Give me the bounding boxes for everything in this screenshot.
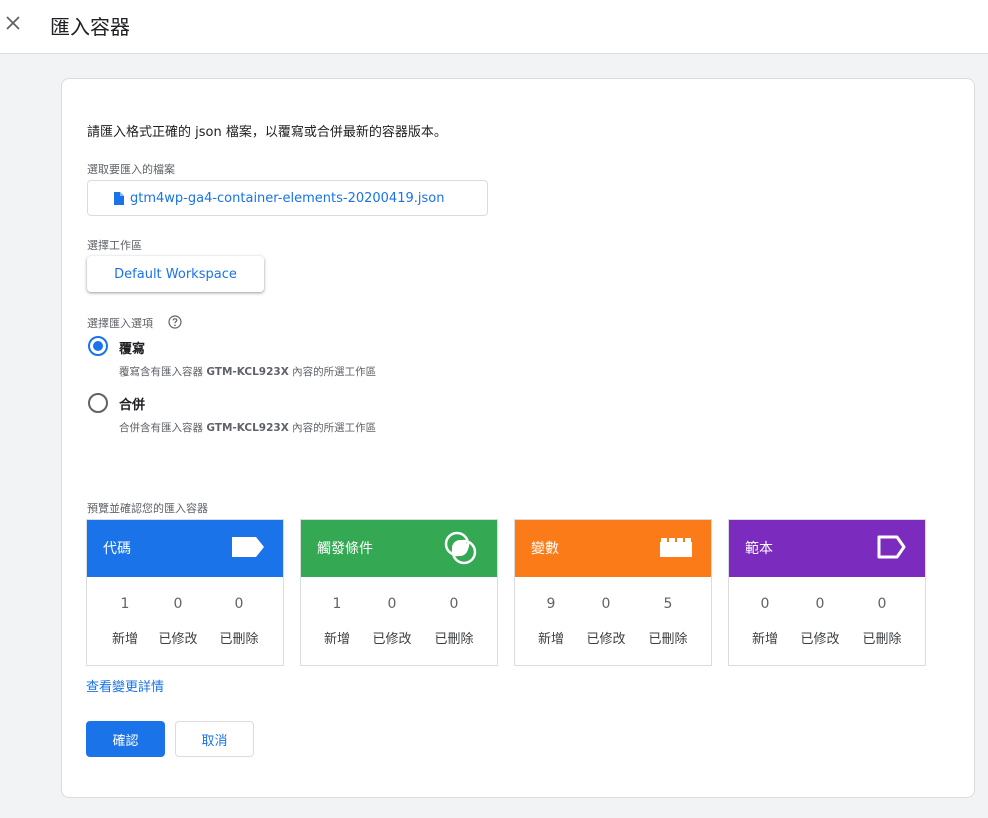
tile-header: 代碼 — [87, 520, 283, 577]
workspace-label: 選擇工作區 — [87, 239, 142, 252]
file-icon — [114, 191, 124, 205]
import-card: 請匯入格式正確的 json 檔案，以覆寫或合併最新的容器版本。 選取要匯入的檔案… — [61, 78, 975, 798]
import-option-label: 選擇匯入選項 — [87, 317, 153, 330]
workspace-button[interactable]: Default Workspace — [87, 256, 264, 292]
variable-icon — [660, 538, 692, 557]
tile-title: 範本 — [745, 541, 773, 557]
trigger-icon — [444, 531, 477, 565]
tile-title: 代碼 — [103, 541, 131, 557]
file-label: 選取要匯入的檔案 — [87, 163, 175, 176]
tile-title: 觸發條件 — [317, 541, 373, 557]
tile-header: 範本 — [729, 520, 925, 577]
intro-text: 請匯入格式正確的 json 檔案，以覆寫或合併最新的容器版本。 — [87, 125, 447, 140]
merge-desc: 合併含有匯入容器 GTM-KCL923X 內容的所選工作區 — [119, 422, 377, 434]
confirm-button[interactable]: 確認 — [86, 721, 165, 757]
container-id: GTM-KCL923X — [206, 366, 289, 378]
merge-radio[interactable] — [88, 393, 108, 413]
preview-label: 預覽並確認您的匯入容器 — [87, 502, 208, 515]
overwrite-desc: 覆寫含有匯入容器 GTM-KCL923X 內容的所選工作區 — [119, 366, 377, 378]
tags-tile: 代碼 1 新增 0 已修改 0 已刪除 — [86, 519, 284, 666]
overwrite-label: 覆寫 — [119, 342, 146, 357]
overwrite-radio[interactable] — [88, 336, 108, 356]
file-name: gtm4wp-ga4-container-elements-20200419.j… — [130, 190, 445, 206]
tag-icon — [232, 537, 264, 557]
close-icon[interactable] — [4, 12, 22, 34]
tile-header: 觸發條件 — [301, 520, 497, 577]
view-details-link[interactable]: 查看變更詳情 — [86, 676, 164, 695]
help-icon[interactable] — [168, 315, 182, 329]
header-bar: 匯入容器 — [0, 0, 988, 54]
variables-tile: 變數 9 新增 0 已修改 5 已刪除 — [514, 519, 712, 666]
tile-header: 變數 — [515, 520, 711, 577]
triggers-tile: 觸發條件 1 新增 0 已修改 0 已刪除 — [300, 519, 498, 666]
tile-title: 變數 — [531, 541, 559, 557]
container-id: GTM-KCL923X — [206, 422, 289, 434]
file-picker[interactable]: gtm4wp-ga4-container-elements-20200419.j… — [87, 180, 488, 216]
template-icon — [877, 535, 906, 559]
templates-tile: 範本 0 新增 0 已修改 0 已刪除 — [728, 519, 926, 666]
cancel-button[interactable]: 取消 — [175, 721, 254, 757]
page-title: 匯入容器 — [50, 15, 130, 39]
merge-label: 合併 — [119, 398, 146, 413]
